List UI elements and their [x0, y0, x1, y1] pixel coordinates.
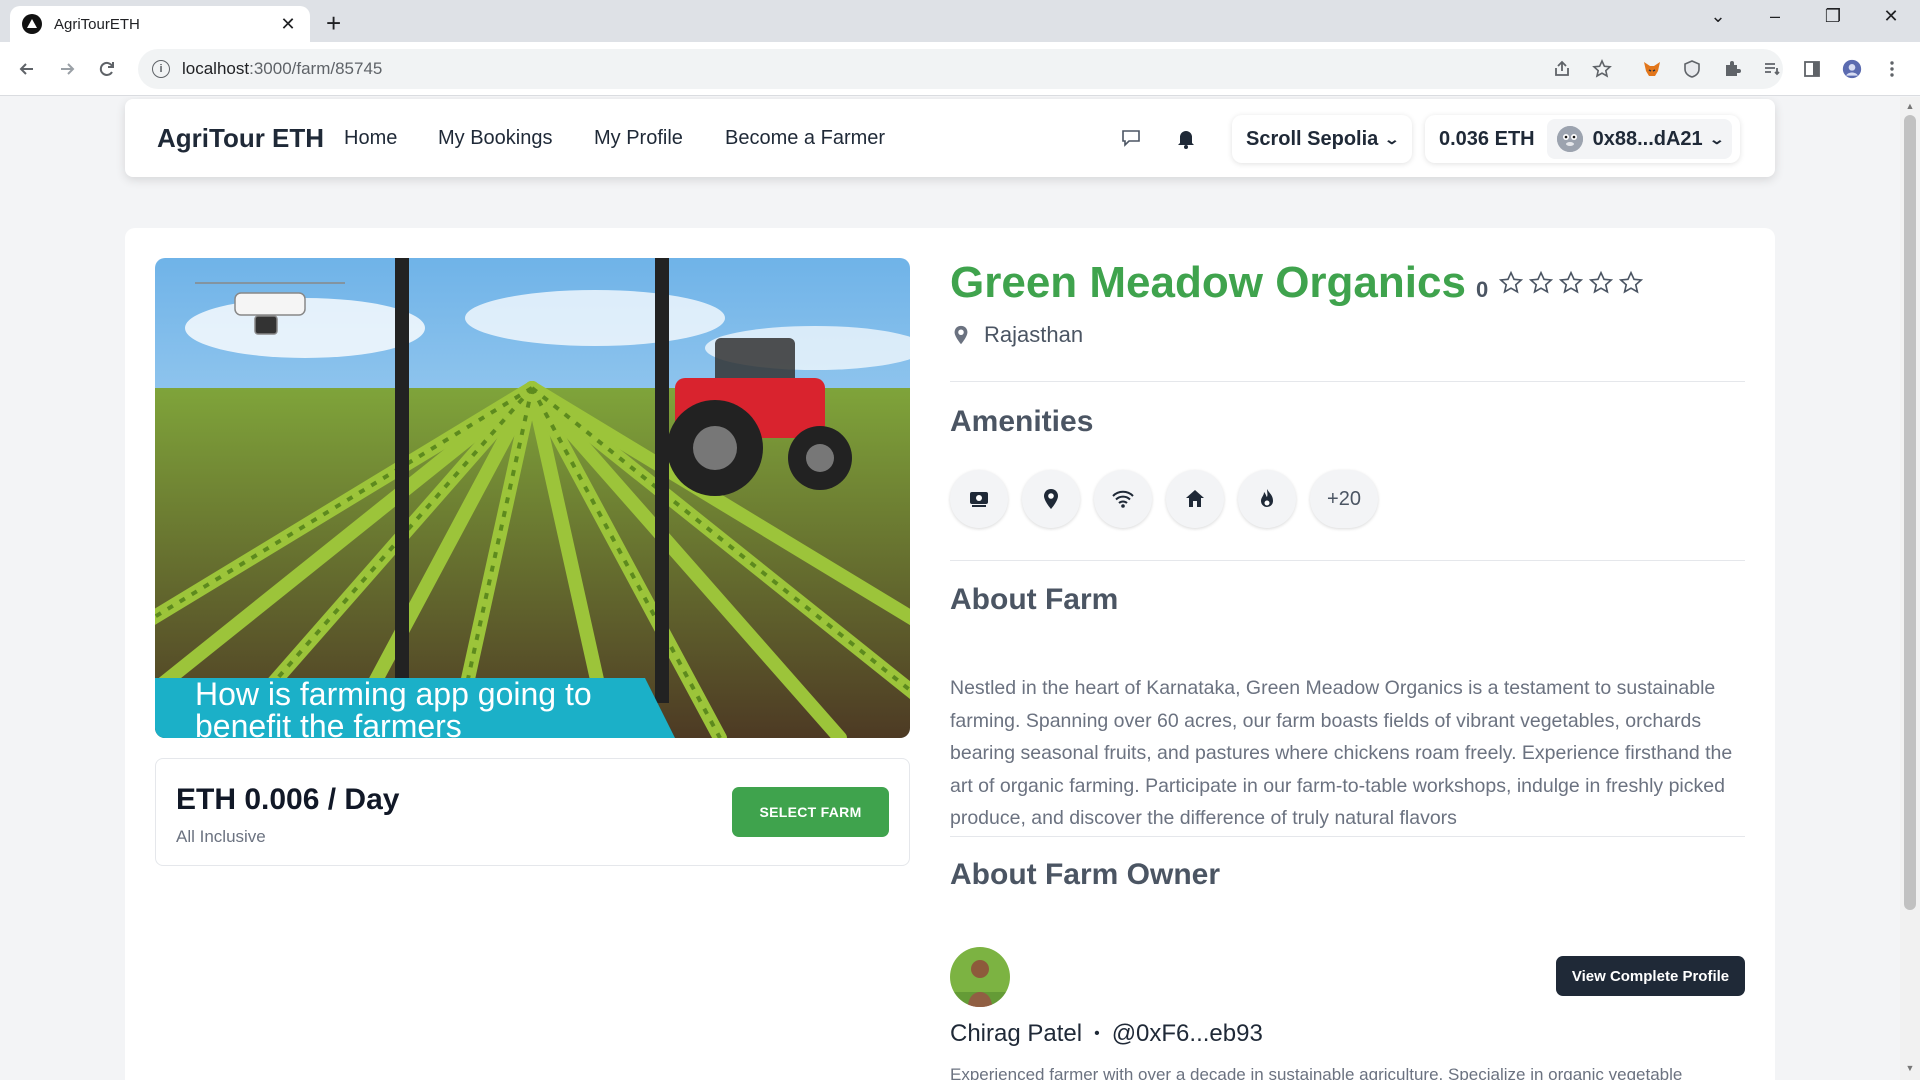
page-viewport: AgriTour ETH Home My Bookings My Profile… [0, 97, 1900, 1080]
nav-home[interactable]: Home [344, 127, 397, 150]
owner-bio: Experienced farmer with over a decade in… [950, 1065, 1683, 1080]
farm-image-caption: How is farming app going to benefit the … [195, 678, 592, 738]
app-header: AgriTour ETH Home My Bookings My Profile… [125, 99, 1775, 177]
divider [950, 381, 1745, 382]
account-button[interactable]: 0x88...dA21 ⌄ [1546, 119, 1733, 159]
title-row: Green Meadow Organics 0 [950, 258, 1644, 308]
network-name: Scroll Sepolia [1246, 127, 1379, 150]
side-panel-icon[interactable] [1800, 57, 1824, 81]
scroll-down-icon[interactable]: ▼ [1904, 1063, 1916, 1073]
wallet-balance: 0.036 ETH [1439, 127, 1535, 150]
view-complete-profile-button[interactable]: View Complete Profile [1556, 956, 1745, 996]
amenity-fire-icon[interactable] [1238, 470, 1296, 528]
reload-icon[interactable] [92, 54, 122, 84]
account-avatar-icon [1556, 126, 1583, 152]
owner-handle[interactable]: @0xF6...eb93 [1112, 1020, 1263, 1048]
wallet-pill[interactable]: 0.036 ETH 0x88...dA21 ⌄ [1425, 115, 1741, 163]
star-icon[interactable] [1588, 270, 1614, 296]
chevron-down-icon: ⌄ [1708, 130, 1725, 147]
bell-icon[interactable] [1174, 126, 1198, 150]
restore-icon[interactable]: ❐ [1818, 6, 1848, 27]
nav-become-farmer[interactable]: Become a Farmer [725, 127, 885, 150]
star-icon[interactable] [1498, 270, 1524, 296]
select-farm-button[interactable]: SELECT FARM [732, 787, 889, 837]
back-icon[interactable] [12, 54, 42, 84]
star-icon[interactable] [1558, 270, 1584, 296]
farm-image: How is farming app going to benefit the … [155, 258, 910, 738]
account-address: 0x88...dA21 [1592, 127, 1703, 150]
farm-location: Rajasthan [950, 322, 1083, 348]
new-tab-icon[interactable]: + [326, 8, 341, 39]
divider [950, 560, 1745, 561]
star-icon[interactable] [1528, 270, 1554, 296]
browser-toolbar: i localhost:3000/farm/85745 [0, 42, 1920, 96]
brand-logo[interactable]: AgriTour ETH [157, 123, 324, 154]
tab-search-icon[interactable]: ⌄ [1703, 6, 1733, 27]
farm-name: Green Meadow Organics [950, 258, 1466, 307]
chevron-down-icon: ⌄ [1383, 130, 1401, 147]
amenities-list: +20 [950, 470, 1378, 528]
about-owner-title: About Farm Owner [950, 858, 1221, 891]
forward-icon[interactable] [52, 54, 82, 84]
site-info-icon[interactable]: i [152, 60, 170, 78]
star-icon[interactable] [1618, 270, 1644, 296]
location-pin-icon [954, 325, 968, 345]
browser-tab-bar: AgriTourETH ✕ + ⌄ – ❐ ✕ [0, 0, 1920, 42]
app-favicon-icon [22, 14, 42, 34]
bookmark-star-icon[interactable] [1590, 57, 1614, 81]
amenities-more-button[interactable]: +20 [1310, 470, 1378, 528]
nav-my-profile[interactable]: My Profile [594, 127, 683, 150]
tab-title: AgriTourETH [54, 15, 140, 33]
divider [950, 836, 1745, 837]
network-selector[interactable]: Scroll Sepolia ⌄ [1232, 115, 1412, 163]
window-close-icon[interactable]: ✕ [1876, 6, 1906, 27]
price-box: ETH 0.006 / Day All Inclusive SELECT FAR… [155, 758, 910, 866]
farm-detail-card: How is farming app going to benefit the … [125, 228, 1775, 1080]
owner-identity: Chirag Patel • @0xF6...eb93 [950, 1020, 1263, 1048]
scroll-up-icon[interactable]: ▲ [1904, 101, 1916, 111]
browser-menu-icon[interactable] [1880, 57, 1904, 81]
profile-avatar-icon[interactable] [1840, 57, 1864, 81]
minimize-icon[interactable]: – [1760, 6, 1790, 27]
address-bar[interactable]: i localhost:3000/farm/85745 [138, 49, 1783, 89]
share-icon[interactable] [1550, 57, 1574, 81]
location-text: Rajasthan [984, 322, 1084, 347]
owner-name: Chirag Patel [950, 1020, 1083, 1047]
rating-value: 0 [1475, 277, 1489, 302]
shield-extension-icon[interactable] [1680, 57, 1704, 81]
chat-icon[interactable] [1119, 126, 1143, 150]
separator-dot: • [1094, 1025, 1100, 1042]
amenity-location-pin-icon[interactable] [1022, 470, 1080, 528]
rating-stars [1498, 270, 1644, 296]
amenities-title: Amenities [950, 405, 1094, 438]
owner-avatar[interactable] [950, 947, 1010, 1007]
page-scrollbar[interactable]: ▲ ▼ [1900, 97, 1920, 1080]
media-queue-icon[interactable] [1760, 57, 1784, 81]
about-farm-text: Nestled in the heart of Karnataka, Green… [950, 677, 1733, 829]
amenity-wifi-icon[interactable] [1094, 470, 1152, 528]
price-per-day: ETH 0.006 / Day [176, 783, 400, 816]
nav-my-bookings[interactable]: My Bookings [438, 127, 553, 150]
url-path: :3000/farm/85745 [249, 59, 383, 78]
amenity-money-icon[interactable] [950, 470, 1008, 528]
metamask-fox-icon[interactable] [1640, 57, 1664, 81]
amenity-home-icon[interactable] [1166, 470, 1224, 528]
extensions-puzzle-icon[interactable] [1720, 57, 1744, 81]
tab-close-icon[interactable]: ✕ [278, 14, 298, 35]
browser-tab[interactable]: AgriTourETH ✕ [10, 6, 310, 42]
about-farm-title: About Farm [950, 583, 1119, 616]
price-note: All Inclusive [176, 827, 266, 846]
url-host: localhost [182, 59, 250, 78]
scroll-thumb[interactable] [1904, 115, 1916, 910]
